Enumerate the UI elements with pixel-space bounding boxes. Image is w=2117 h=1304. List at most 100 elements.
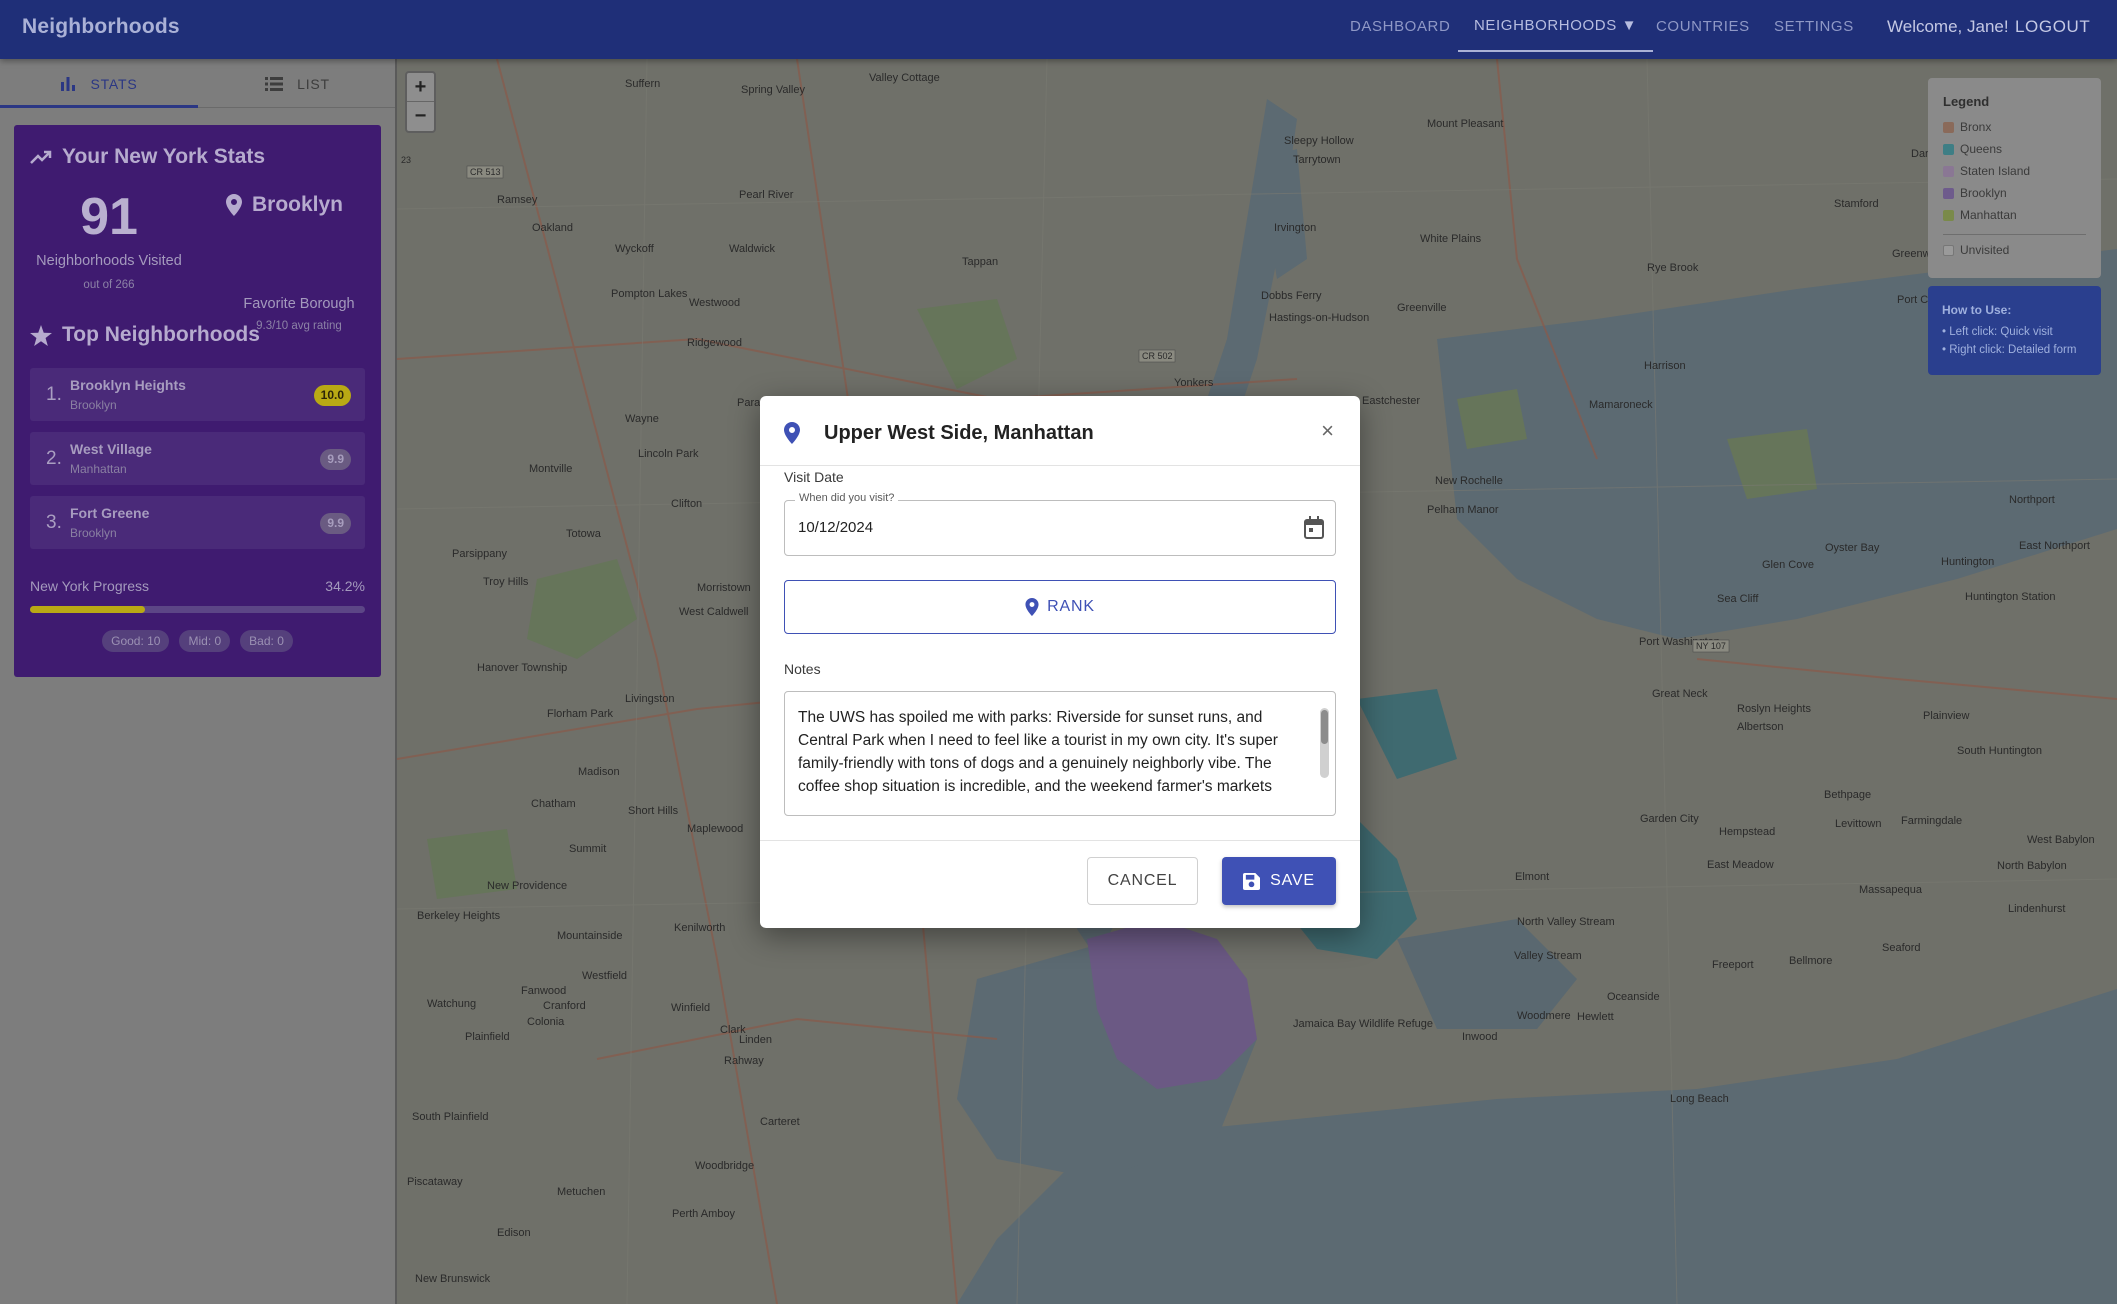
legend-label: Queens (1960, 142, 2003, 156)
progress-percent: 34.2% (325, 578, 365, 594)
rank-pin-icon (1025, 598, 1039, 616)
legend-swatch (1943, 187, 1954, 199)
top-neighborhood-row[interactable]: 1. Brooklyn Heights Brooklyn 10.0 (30, 368, 365, 421)
tab-stats[interactable]: STATS (0, 59, 198, 108)
notes-textarea[interactable]: The UWS has spoiled me with parks: River… (784, 691, 1336, 816)
map-place-label: Lindenhurst (2008, 903, 2066, 915)
neighborhood-borough: Brooklyn (70, 526, 117, 540)
map-place-label: Hempstead (1719, 826, 1775, 838)
close-icon[interactable]: × (1321, 418, 1334, 444)
notes-text: The UWS has spoiled me with parks: River… (798, 709, 1278, 795)
zoom-in-button[interactable]: + (407, 73, 434, 102)
map-place-label: South Huntington (1957, 745, 2042, 757)
map-place-label: Oakland (532, 222, 573, 234)
map-place-label: Rahway (724, 1055, 764, 1067)
top-neighborhood-row[interactable]: 2. West Village Manhattan 9.9 (30, 432, 365, 485)
date-value[interactable]: 10/12/2024 (798, 519, 873, 536)
stats-card: Your New York Stats 91 Neighborhoods Vis… (14, 125, 381, 677)
map-place-label: Mountainside (557, 930, 622, 942)
zoom-out-button[interactable]: − (407, 102, 434, 131)
map-place-label: Plainview (1923, 710, 1970, 722)
map-place-label: Tappan (962, 256, 998, 268)
map-place-label: New Providence (487, 880, 567, 892)
map-place-label: Long Beach (1670, 1093, 1729, 1105)
map-place-label: Farmingdale (1901, 815, 1962, 827)
map-place-label: Kenilworth (674, 922, 725, 934)
legend-swatch (1943, 244, 1954, 256)
map-place-label: Troy Hills (483, 576, 529, 588)
map-place-label: Parsippany (452, 548, 508, 560)
dialog-header: Upper West Side, Manhattan × (760, 396, 1360, 466)
progress-bar (30, 606, 365, 613)
map-place-label: Plainfield (465, 1031, 510, 1043)
map-place-label: Totowa (566, 528, 602, 540)
map-place-label: Watchung (427, 998, 476, 1010)
legend-item-queens: Queens (1943, 142, 2002, 156)
map-place-label: Sleepy Hollow (1284, 135, 1354, 147)
sidebar-tabs: STATS LIST (0, 59, 395, 108)
legend-label: Brooklyn (1960, 186, 2007, 200)
map-place-label: Irvington (1274, 222, 1316, 234)
nav-dashboard[interactable]: DASHBOARD (1350, 0, 1450, 52)
map-place-label: Fanwood (521, 985, 566, 997)
zoom-control: + − (405, 71, 436, 133)
map-place-label: Woodmere (1517, 1010, 1571, 1022)
score-badge: 10.0 (313, 385, 351, 406)
calendar-icon[interactable] (1303, 516, 1325, 540)
map-place-label: Bethpage (1824, 789, 1871, 801)
map-place-label: Roslyn Heights (1737, 703, 1811, 715)
save-button[interactable]: SAVE (1222, 857, 1336, 905)
map-legend: Legend Bronx Queens Staten Island Brookl… (1928, 78, 2101, 278)
map-place-label: Yonkers (1174, 377, 1214, 389)
map-place-label: Oyster Bay (1825, 542, 1880, 554)
map-place-label: Oceanside (1607, 991, 1660, 1003)
map-place-label: Huntington Station (1965, 591, 2056, 603)
cancel-button[interactable]: CANCEL (1087, 857, 1198, 905)
notes-scrollbar-thumb[interactable] (1321, 710, 1328, 744)
brand-title[interactable]: Neighborhoods (22, 15, 180, 39)
nav-neighborhoods[interactable]: NEIGHBORHOODS ▼ (1458, 0, 1654, 52)
map-place-label: Eastchester (1362, 395, 1420, 407)
logout-button[interactable]: LOGOUT (2015, 17, 2090, 37)
visited-count: 91 (80, 188, 138, 246)
chip-good: Good: 10 (102, 630, 170, 652)
map-place-label: North Babylon (1997, 860, 2067, 872)
map-place-label: Pompton Lakes (611, 288, 688, 300)
map-place-label: Valley Stream (1514, 950, 1582, 962)
legend-swatch (1943, 143, 1954, 155)
rank-button[interactable]: RANK (784, 580, 1336, 634)
map-place-label: New Brunswick (415, 1273, 491, 1285)
neighborhood-name: West Village (70, 441, 152, 457)
map-place-label: Elmont (1515, 871, 1549, 883)
map-place-label: Cranford (543, 1000, 586, 1012)
legend-item-brooklyn: Brooklyn (1943, 186, 2007, 200)
map-place-label: White Plains (1420, 233, 1482, 245)
map-road-label: NY 107 (1696, 641, 1726, 651)
top-neighborhoods-title-text: Top Neighborhoods (62, 323, 260, 346)
map-place-label: Mount Pleasant (1427, 118, 1503, 130)
dialog-title: Upper West Side, Manhattan (824, 422, 1094, 444)
map-place-label: Summit (569, 843, 606, 855)
map-place-label: West Caldwell (679, 606, 749, 618)
rank-number: 1. (46, 384, 62, 405)
visit-date-field[interactable]: When did you visit? 10/12/2024 (784, 492, 1336, 556)
save-label: SAVE (1270, 872, 1315, 889)
tab-list[interactable]: LIST (198, 59, 397, 108)
legend-title: Legend (1943, 94, 1990, 109)
map-place-label: Clifton (671, 498, 702, 510)
chip-mid: Mid: 0 (179, 630, 231, 652)
rank-number: 2. (46, 448, 62, 469)
nav-countries[interactable]: COUNTRIES (1656, 0, 1750, 52)
top-neighborhood-row[interactable]: 3. Fort Greene Brooklyn 9.9 (30, 496, 365, 549)
howto-line: • Right click: Detailed form (1942, 344, 2077, 356)
map-place-label: Garden City (1640, 813, 1699, 825)
map-place-label: New Rochelle (1435, 475, 1503, 487)
map-place-label: Great Neck (1652, 688, 1708, 700)
map-place-label: Perth Amboy (672, 1208, 735, 1220)
visited-total: out of 266 (83, 279, 135, 291)
map-place-label: Bellmore (1789, 955, 1832, 967)
favorite-borough-name: Brooklyn (252, 193, 344, 216)
map-place-label: Inwood (1462, 1031, 1497, 1043)
map-place-label: Carteret (760, 1116, 800, 1128)
nav-settings[interactable]: SETTINGS (1774, 0, 1854, 52)
